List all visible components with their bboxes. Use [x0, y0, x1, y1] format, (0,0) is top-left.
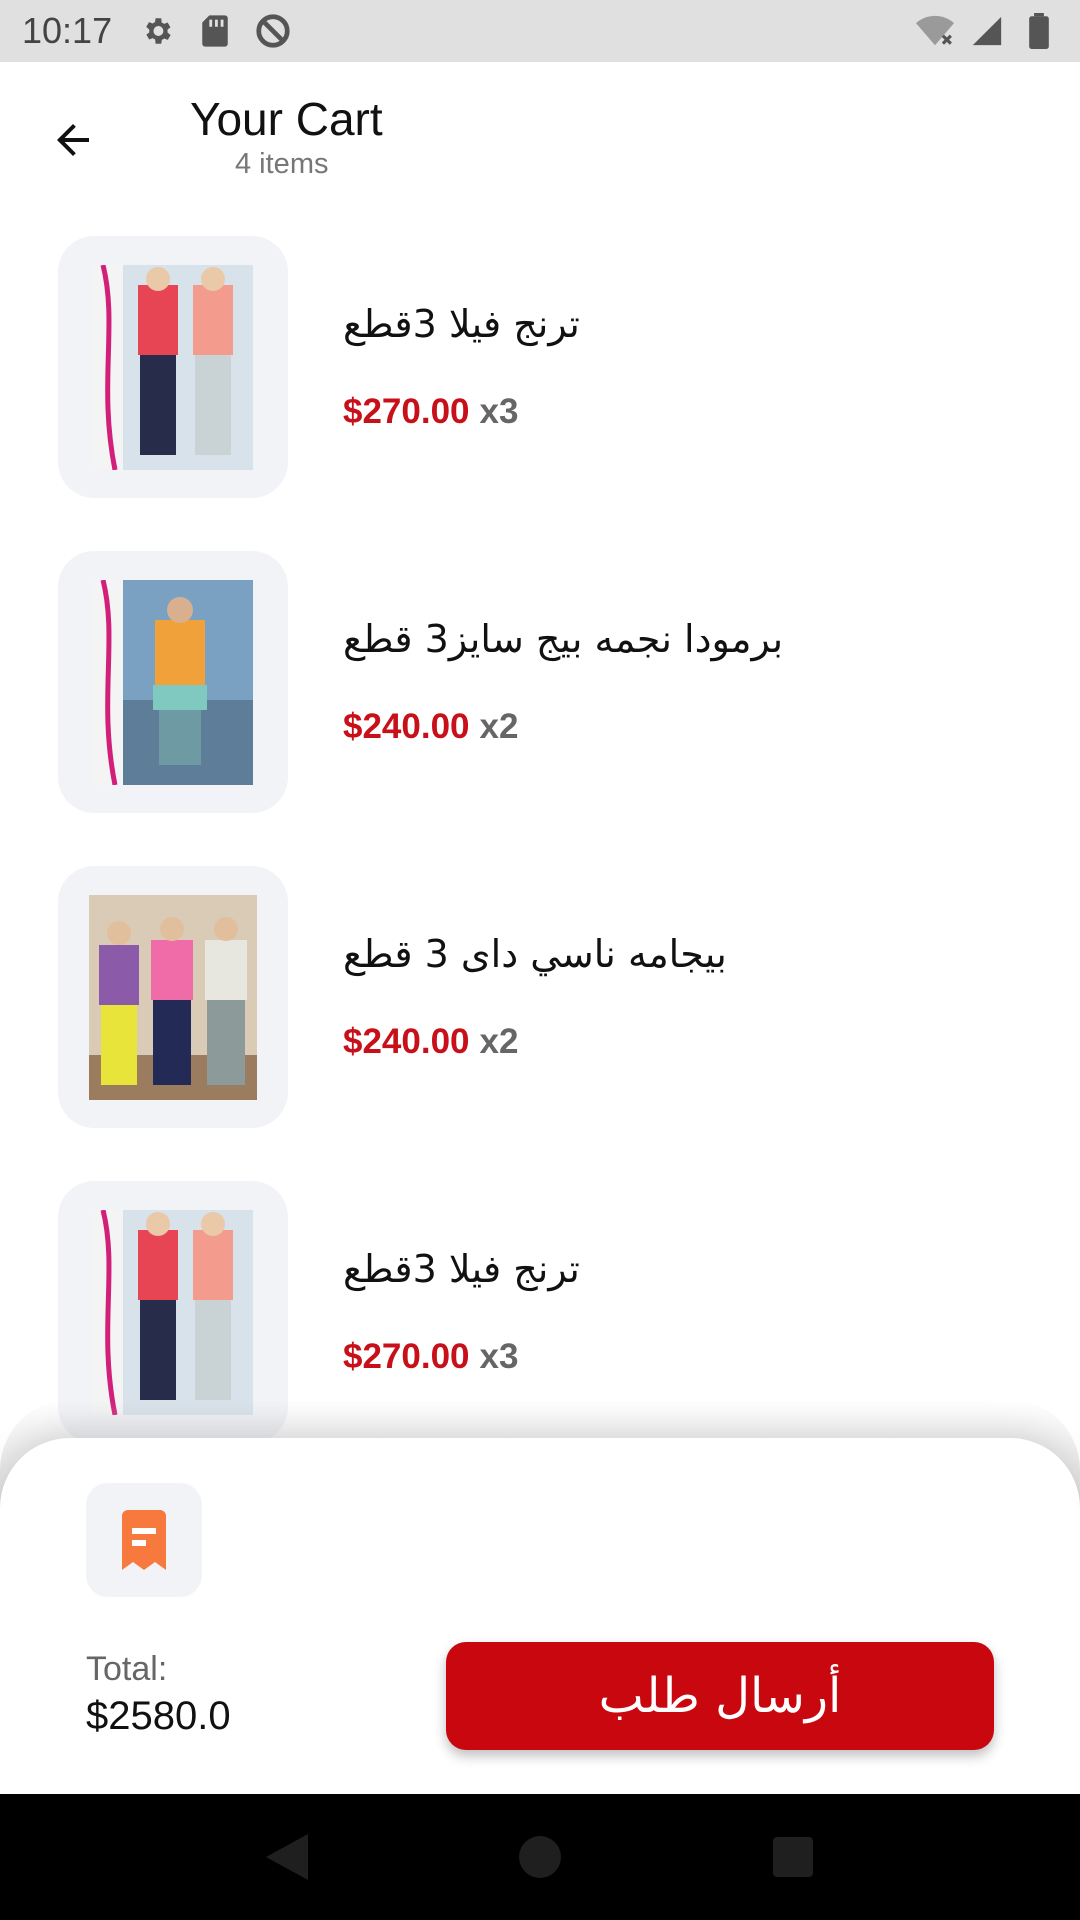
cart-item[interactable]: بيجامه ناسي داى 3 قطع $240.00 x2 [0, 864, 1080, 1179]
gear-icon [138, 12, 176, 50]
status-bar: 10:17 [0, 0, 1080, 62]
item-price: $240.00 [343, 707, 470, 746]
cart-list: ترنج فيلا 3قطع $270.00 x3 برمودا نجمه بيج [0, 234, 1080, 1494]
recents-square-icon [773, 1837, 814, 1877]
item-name: بيجامه ناسي داى 3 قطع [343, 932, 727, 976]
arrow-left-icon [57, 124, 89, 156]
item-price-row: $270.00 x3 [343, 1337, 518, 1377]
product-thumbnail [58, 236, 288, 498]
app-bar: Your Cart 4 items [0, 62, 1080, 212]
product-image [93, 579, 253, 785]
item-quantity: x2 [479, 1022, 519, 1061]
item-price: $270.00 [343, 1337, 470, 1376]
item-price-row: $240.00 x2 [343, 1022, 518, 1062]
receipt-icon [122, 1510, 166, 1570]
checkout-sheet: Total: $2580.0 أرسال طلب [0, 1438, 1080, 1794]
back-button[interactable] [40, 107, 106, 173]
total-label: Total: [86, 1650, 168, 1688]
nav-back-button[interactable] [257, 1827, 317, 1887]
item-name: ترنج فيلا 3قطع [343, 302, 580, 346]
item-quantity: x3 [479, 1337, 519, 1376]
total-value: $2580.0 [86, 1694, 231, 1738]
send-order-button[interactable]: أرسال طلب [446, 1642, 994, 1750]
item-price: $240.00 [343, 1022, 470, 1061]
system-nav-bar [0, 1794, 1080, 1920]
sd-card-icon [196, 12, 234, 50]
item-price-row: $240.00 x2 [343, 707, 518, 747]
receipt-button[interactable] [86, 1483, 202, 1597]
cart-item[interactable]: ترنج فيلا 3قطع $270.00 x3 [0, 234, 1080, 549]
signal-icon [968, 12, 1006, 50]
home-circle-icon [518, 1836, 561, 1878]
product-thumbnail [58, 866, 288, 1128]
data-saver-icon [254, 12, 292, 50]
product-image [93, 1209, 253, 1415]
product-thumbnail [58, 551, 288, 813]
item-quantity: x2 [479, 707, 519, 746]
back-triangle-icon [265, 1834, 308, 1880]
nav-recents-button[interactable] [763, 1827, 823, 1887]
item-name: برمودا نجمه بيج سايز3 قطع [343, 617, 784, 661]
nav-home-button[interactable] [510, 1827, 570, 1887]
page-title: Your Cart [190, 93, 383, 145]
wifi-off-icon [916, 12, 954, 50]
item-price-row: $270.00 x3 [343, 392, 518, 432]
product-image [93, 264, 253, 470]
item-price: $270.00 [343, 392, 470, 431]
item-count: 4 items [235, 148, 329, 180]
product-image [89, 894, 257, 1100]
item-quantity: x3 [479, 392, 519, 431]
battery-icon [1020, 12, 1058, 50]
item-name: ترنج فيلا 3قطع [343, 1247, 580, 1291]
cart-item[interactable]: برمودا نجمه بيج سايز3 قطع $240.00 x2 [0, 549, 1080, 864]
status-time: 10:17 [22, 10, 113, 51]
